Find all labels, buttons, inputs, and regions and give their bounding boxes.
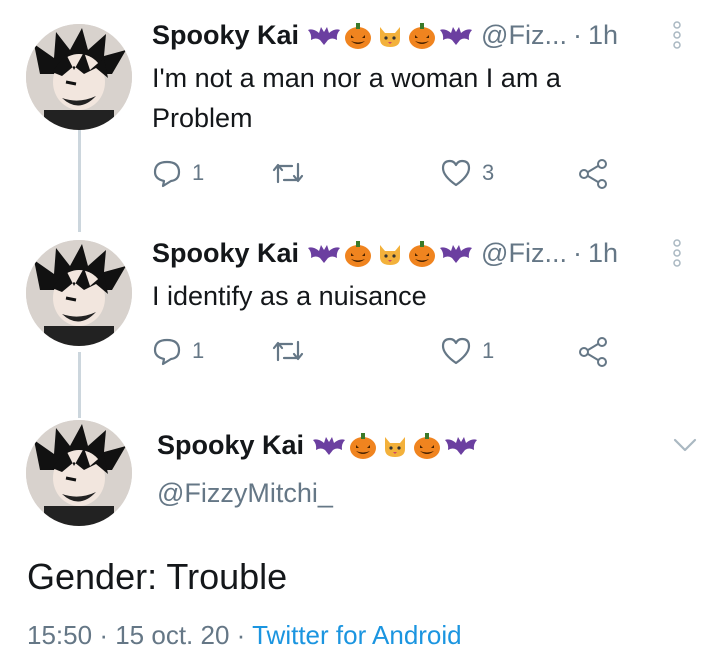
pumpkin-icon [345, 22, 372, 49]
separator: · [572, 238, 582, 268]
pumpkin-icon [409, 22, 436, 49]
main-name-row: Spooky Kai [157, 430, 478, 461]
retweet-icon [272, 162, 304, 184]
tweet-header: Spooky Kai @Fiz... · 1h [152, 238, 618, 269]
tweet-meta: 15:50 · 15 oct. 20 · Twitter for Android [27, 620, 462, 651]
timestamp[interactable]: 1h [588, 20, 618, 51]
avatar[interactable] [26, 420, 132, 526]
bat-icon [313, 436, 346, 455]
reply-count: 1 [192, 160, 205, 185]
avatar[interactable] [26, 24, 132, 130]
more-vertical-icon[interactable] [672, 20, 682, 50]
tweet-time: 15:50 [27, 620, 93, 650]
like-count: 1 [482, 338, 495, 363]
tweet-actions: 1 3 [152, 158, 622, 194]
bat-icon [308, 26, 341, 45]
share-icon [579, 337, 607, 367]
like-icon [441, 159, 471, 187]
like-count: 3 [482, 160, 495, 185]
source-link[interactable]: Twitter for Android [252, 620, 462, 650]
handle[interactable]: @Fiz... [481, 20, 567, 51]
pumpkin-icon [409, 240, 436, 267]
reply-icon [153, 160, 181, 188]
bat-icon [308, 244, 341, 263]
display-name[interactable]: Spooky Kai [152, 238, 299, 269]
thread-line [78, 352, 81, 418]
pumpkin-icon [414, 432, 441, 459]
cat-icon [380, 26, 401, 47]
pumpkin-icon [350, 432, 377, 459]
main-tweet-text: Gender: Trouble [27, 556, 288, 597]
timestamp[interactable]: 1h [588, 238, 618, 269]
handle[interactable]: @Fiz... [481, 238, 567, 269]
avatar[interactable] [26, 240, 132, 346]
separator: · [572, 20, 582, 50]
reply-button[interactable]: 1 [152, 336, 204, 366]
name-emojis [307, 21, 473, 51]
reply-icon [153, 338, 181, 366]
handle[interactable]: @FizzyMitchi_ [157, 478, 333, 509]
tweet-actions: 1 1 [152, 336, 622, 372]
retweet-button[interactable] [270, 158, 316, 188]
tweet-text: I'm not a man nor a woman I am a Problem [152, 63, 561, 133]
display-name[interactable]: Spooky Kai [157, 430, 304, 461]
tweet-text: I identify as a nuisance [152, 281, 427, 311]
pumpkin-icon [345, 240, 372, 267]
name-emojis [307, 239, 473, 269]
tweet-header: Spooky Kai @Fiz... · 1h [152, 20, 618, 51]
thread-line [78, 128, 81, 232]
name-emojis [312, 431, 478, 461]
tweet-date: 15 oct. 20 [115, 620, 230, 650]
separator: · [236, 620, 246, 650]
bat-icon [440, 26, 473, 45]
chevron-down-icon[interactable] [672, 436, 698, 454]
retweet-button[interactable] [270, 336, 316, 366]
display-name[interactable]: Spooky Kai [152, 20, 299, 51]
reply-button[interactable]: 1 [152, 158, 204, 188]
more-vertical-icon[interactable] [672, 238, 682, 268]
like-button[interactable]: 1 [440, 336, 494, 366]
like-button[interactable]: 3 [440, 158, 494, 188]
share-button[interactable] [577, 158, 609, 190]
retweet-icon [272, 340, 304, 362]
share-icon [579, 159, 607, 189]
separator: · [99, 620, 108, 650]
bat-icon [440, 244, 473, 263]
bat-icon [445, 436, 478, 455]
like-icon [441, 337, 471, 365]
avatar-image [26, 24, 132, 130]
cat-icon [385, 436, 406, 457]
reply-count: 1 [192, 338, 205, 363]
avatar-image [26, 240, 132, 346]
cat-icon [380, 244, 401, 265]
avatar-image [26, 420, 132, 526]
share-button[interactable] [577, 336, 609, 368]
